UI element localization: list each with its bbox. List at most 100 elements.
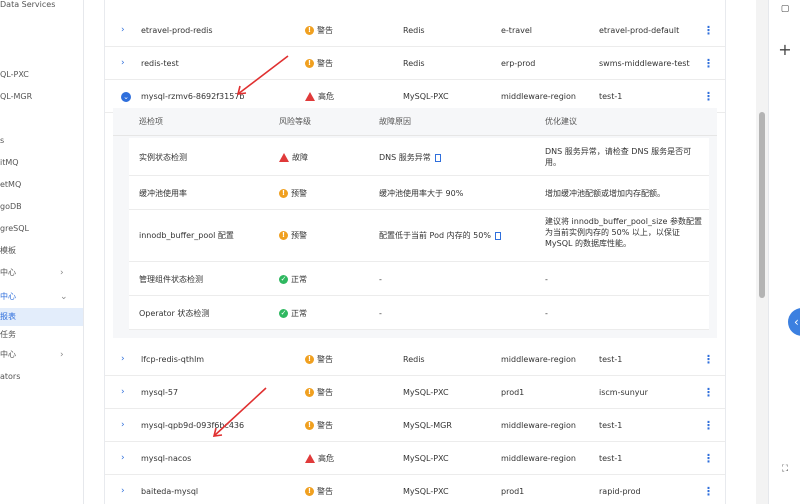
- nav-item-template[interactable]: 模板: [0, 242, 83, 260]
- detail-row: 实例状态检测 故障 DNS 服务异常 DNS 服务异常，请检查 DNS 服务是否…: [129, 138, 709, 176]
- nav-item-report[interactable]: 报表: [0, 308, 83, 326]
- chevron-right-icon[interactable]: ›: [121, 409, 125, 442]
- check-level: ✓ 正常: [279, 308, 307, 319]
- namespace: middleware-region: [501, 355, 576, 364]
- nav-item-label: 报表: [0, 312, 16, 321]
- warning-icon: !: [279, 189, 288, 198]
- nav-item-operators[interactable]: ators: [0, 368, 83, 386]
- nav-item-mysql-pxc[interactable]: QL-PXC: [0, 66, 83, 84]
- instance-name-link[interactable]: etravel-prod-redis: [141, 14, 213, 47]
- nav-item-center-3[interactable]: 中心 ›: [0, 346, 83, 364]
- detail-row: innodb_buffer_pool 配置 ! 预警 配置低于当前 Pod 内存的…: [129, 210, 709, 262]
- scrollbar-thumb[interactable]: [759, 112, 765, 298]
- nav-item-label: QL-PXC: [0, 70, 29, 79]
- risk-level: ! 警告: [305, 47, 333, 80]
- kebab-menu-icon[interactable]: ⋮: [703, 475, 714, 504]
- risk-level: ! 警告: [305, 409, 333, 442]
- nav-item-label: etMQ: [0, 180, 22, 189]
- instance-type: Redis: [403, 26, 425, 35]
- risk-label: 警告: [317, 59, 333, 68]
- table-row: › mysql-57 ! 警告 MySQL-PXC prod1 iscm-suny…: [105, 376, 725, 409]
- cluster: rapid-prod: [599, 487, 641, 496]
- instance-type: Redis: [403, 59, 425, 68]
- instance-type: MySQL-PXC: [403, 487, 449, 496]
- cluster: test-1: [599, 454, 623, 463]
- instance-name-link[interactable]: baiteda-mysql: [141, 475, 198, 504]
- level-label: 预警: [291, 189, 307, 198]
- risk-label: 警告: [317, 355, 333, 364]
- risk-label: 高危: [318, 92, 334, 101]
- cluster: iscm-sunyur: [599, 388, 648, 397]
- kebab-menu-icon[interactable]: ⋮: [703, 14, 714, 47]
- inspection-table: › etravel-prod-redis ! 警告 Redis e-travel …: [104, 0, 726, 504]
- risk-level: 高危: [305, 442, 334, 475]
- cause-label: DNS 服务异常: [379, 153, 431, 162]
- risk-level: ! 警告: [305, 14, 333, 47]
- warning-icon: !: [305, 421, 314, 430]
- danger-icon: [305, 454, 315, 463]
- instance-name-link[interactable]: mysql-57: [141, 376, 178, 409]
- left-nav: Data Services QL-PXC QL-MGR s itMQ etMQ …: [0, 0, 84, 504]
- instance-name-link[interactable]: mysql-qpb9d-093f6bc436: [141, 409, 244, 442]
- table-row: › baiteda-mysql ! 警告 MySQL-PXC prod1 rapi…: [105, 475, 725, 504]
- nav-item-mongodb[interactable]: goDB: [0, 198, 83, 216]
- table-row: › lfcp-redis-qthlm ! 警告 Redis middleware-…: [105, 343, 725, 376]
- nav-item-center-2[interactable]: 中心 ⌄: [0, 288, 83, 306]
- check-level: 故障: [279, 152, 308, 163]
- warning-icon: !: [305, 59, 314, 68]
- instance-name-link[interactable]: redis-test: [141, 47, 179, 80]
- warning-icon: !: [305, 355, 314, 364]
- check-advice: -: [545, 275, 548, 284]
- document-icon[interactable]: [434, 153, 441, 162]
- chevron-right-icon[interactable]: ›: [121, 47, 125, 80]
- cluster: swms-middleware-test: [599, 59, 690, 68]
- check-circle-icon: ✓: [279, 309, 288, 318]
- risk-level: ! 警告: [305, 376, 333, 409]
- instance-name-link[interactable]: lfcp-redis-qthlm: [141, 343, 204, 376]
- kebab-menu-icon[interactable]: ⋮: [703, 47, 714, 80]
- nav-item-center-1[interactable]: 中心 ›: [0, 264, 83, 282]
- nav-item-label: ators: [0, 372, 21, 381]
- right-rail: ▢ + ⛶: [768, 0, 800, 504]
- app-brand: Data Services: [0, 0, 56, 9]
- chevron-down-icon[interactable]: ⌄: [121, 92, 131, 102]
- nav-item-rabbitmq[interactable]: itMQ: [0, 154, 83, 172]
- nav-item-redis[interactable]: s: [0, 132, 83, 150]
- check-level: ! 预警: [279, 188, 307, 199]
- instance-name-link[interactable]: mysql-nacos: [141, 442, 191, 475]
- nav-item-postgresql[interactable]: greSQL: [0, 220, 83, 238]
- kebab-menu-icon[interactable]: ⋮: [703, 376, 714, 409]
- level-label: 故障: [292, 153, 308, 162]
- col-advice: 优化建议: [545, 117, 577, 126]
- chevron-right-icon[interactable]: ›: [121, 343, 125, 376]
- chevron-right-icon[interactable]: ›: [121, 376, 125, 409]
- screenshot-icon[interactable]: ⛶: [769, 464, 800, 474]
- kebab-menu-icon[interactable]: ⋮: [703, 442, 714, 475]
- col-item: 巡检项: [139, 117, 163, 126]
- kebab-menu-icon[interactable]: ⋮: [703, 409, 714, 442]
- level-label: 正常: [291, 275, 307, 284]
- table-row: › redis-test ! 警告 Redis erp-prod swms-mid…: [105, 47, 725, 80]
- plus-icon[interactable]: +: [769, 40, 800, 59]
- copy-icon[interactable]: ▢: [769, 4, 800, 14]
- instance-type: MySQL-PXC: [403, 454, 449, 463]
- col-cause: 故障原因: [379, 117, 411, 126]
- detail-row: 缓冲池使用率 ! 预警 缓冲池使用率大于 90% 增加缓冲池配额或增加内存配额。: [129, 176, 709, 210]
- nav-item-label: greSQL: [0, 224, 29, 233]
- chevron-right-icon[interactable]: ›: [121, 475, 125, 504]
- chevron-right-icon[interactable]: ›: [121, 442, 125, 475]
- document-icon[interactable]: [494, 231, 501, 240]
- nav-item-task[interactable]: 任务: [0, 326, 83, 344]
- nav-item-mysql-mgr[interactable]: QL-MGR: [0, 88, 83, 106]
- detail-row: 管理组件状态检测 ✓ 正常 - -: [129, 262, 709, 296]
- chevron-right-icon[interactable]: ›: [121, 14, 125, 47]
- detail-header: 巡检项 风险等级 故障原因 优化建议: [113, 108, 717, 136]
- nav-item-rocketmq[interactable]: etMQ: [0, 176, 83, 194]
- namespace: erp-prod: [501, 59, 536, 68]
- namespace: prod1: [501, 487, 525, 496]
- chevron-right-icon: ›: [60, 350, 64, 360]
- kebab-menu-icon[interactable]: ⋮: [703, 343, 714, 376]
- check-advice: DNS 服务异常，请检查 DNS 服务是否可用。: [545, 147, 692, 167]
- warning-icon: !: [305, 487, 314, 496]
- check-advice: 建议将 innodb_buffer_pool_size 参数配置为当前实例内存的…: [545, 217, 702, 248]
